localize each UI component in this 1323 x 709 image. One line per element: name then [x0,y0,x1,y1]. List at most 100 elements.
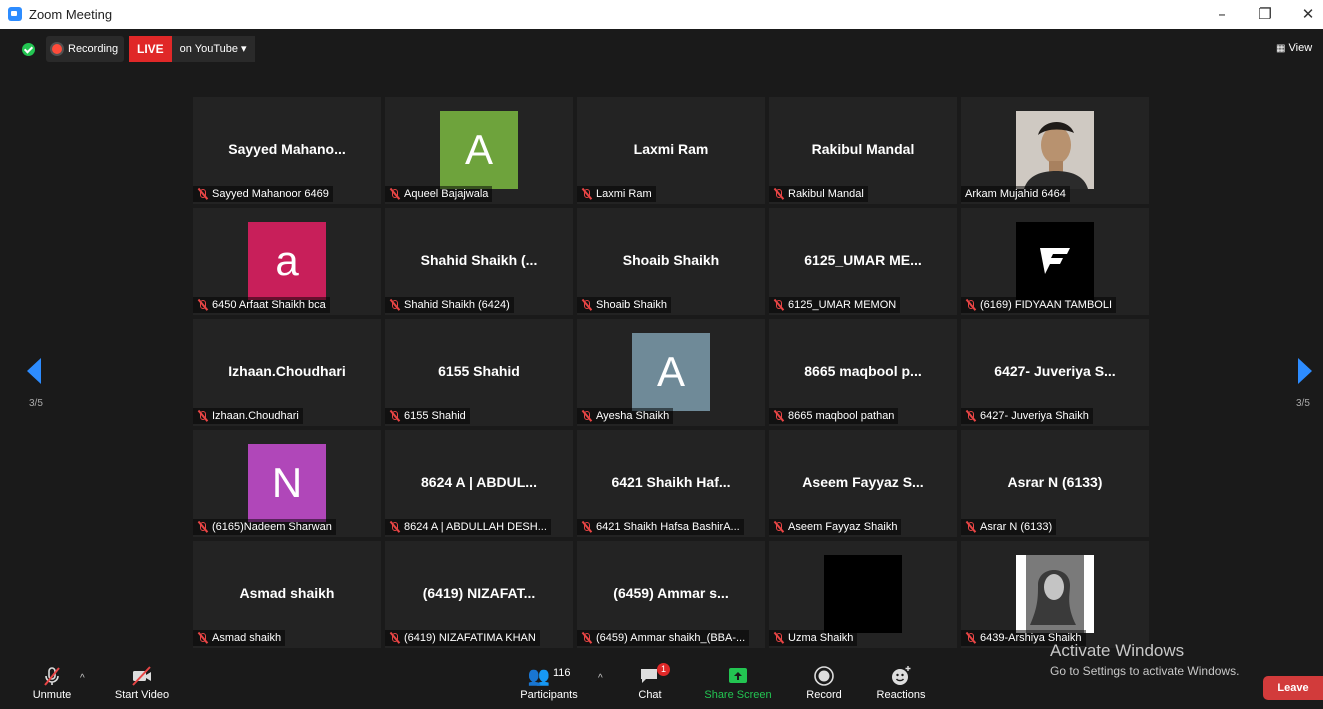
participant-tile[interactable]: Asmad shaikh Asmad shaikh [193,541,381,648]
participant-name: (6419) NIZAFATIMA KHAN [404,632,536,644]
participant-tile[interactable]: 6439-Arshiya Shaikh [961,541,1149,648]
chat-button[interactable]: 1 Chat [605,663,695,701]
participant-name: (6165)Nadeem Sharwan [212,521,332,533]
participant-name: Sayyed Mahanoor 6469 [212,188,329,200]
participant-name-label: (6169) FIDYAAN TAMBOLI [961,297,1117,313]
page-indicator-right: 3/5 [1296,398,1310,409]
window-title: Zoom Meeting [29,7,113,22]
muted-mic-icon [197,299,207,311]
participant-display-name: 8624 A | ABDUL... [421,474,537,490]
participant-name-label: Laxmi Ram [577,186,656,202]
participant-tile[interactable]: 8624 A | ABDUL... 8624 A | ABDULLAH DESH.… [385,430,573,537]
participant-tile[interactable]: (6459) Ammar s... (6459) Ammar shaikh_(BB… [577,541,765,648]
participant-display-name: 6427- Juveriya S... [994,363,1116,379]
participant-name: 8624 A | ABDULLAH DESH... [404,521,547,533]
participant-tile[interactable]: A Aqueel Bajajwala [385,97,573,204]
participant-tile[interactable]: Arkam Mujahid 6464 [961,97,1149,204]
title-bar: Zoom Meeting – ❐ ✕ [0,0,1323,29]
participant-name: Aqueel Bajajwala [404,188,489,200]
participant-name-label: Aqueel Bajajwala [385,186,493,202]
muted-mic-icon [773,521,783,533]
unmute-label: Unmute [32,689,72,701]
reactions-button[interactable]: Reactions [856,663,946,701]
share-screen-label: Share Screen [704,689,772,701]
view-label: View [1288,42,1313,54]
participant-tile[interactable]: 6155 Shahid 6155 Shahid [385,319,573,426]
participant-display-name: Shoaib Shaikh [622,252,720,268]
participant-display-name: Laxmi Ram [633,141,709,157]
participant-tile[interactable]: 6125_UMAR ME... 6125_UMAR MEMON [769,208,957,315]
participant-tile[interactable]: (6169) FIDYAAN TAMBOLI [961,208,1149,315]
security-shield-icon[interactable] [22,43,35,56]
participant-display-name: 8665 maqbool p... [804,363,922,379]
participant-tile[interactable]: Sayyed Mahano... Sayyed Mahanoor 6469 [193,97,381,204]
participant-name: 6427- Juveriya Shaikh [980,410,1089,422]
participant-name: Ayesha Shaikh [596,410,670,422]
start-video-button[interactable]: Start Video [97,663,187,701]
share-screen-button[interactable]: Share Screen [693,663,783,701]
profile-photo [1016,555,1094,633]
participant-tile[interactable]: Uzma Shaikh [769,541,957,648]
participant-name-label: Ayesha Shaikh [577,408,674,424]
participant-name-label: Sayyed Mahanoor 6469 [193,186,333,202]
muted-mic-icon [389,632,399,644]
participants-options-caret-icon[interactable]: ^ [598,673,603,684]
participant-name: Rakibul Mandal [788,188,864,200]
minimize-button[interactable]: – [1207,4,1237,24]
previous-page-arrow-icon[interactable] [27,358,41,384]
participant-name-label: Uzma Shaikh [769,630,858,646]
participant-tile[interactable]: (6419) NIZAFAT... (6419) NIZAFATIMA KHAN [385,541,573,648]
participant-tile[interactable]: Laxmi Ram Laxmi Ram [577,97,765,204]
muted-mic-icon [581,188,591,200]
participants-button[interactable]: 👥 116 Participants [504,663,594,702]
restore-button[interactable]: ❐ [1250,4,1280,24]
participants-label: Participants [520,689,578,701]
muted-mic-icon [773,188,783,200]
participant-count: 116 [552,667,571,679]
participant-name: 6421 Shaikh Hafsa BashirA... [596,521,740,533]
participant-tile[interactable]: Shoaib Shaikh Shoaib Shaikh [577,208,765,315]
participant-tile[interactable]: Izhaan.Choudhari Izhaan.Choudhari [193,319,381,426]
participant-name-label: Rakibul Mandal [769,186,868,202]
audio-options-caret-icon[interactable]: ^ [80,673,85,684]
live-stream-indicator[interactable]: LIVE on YouTube ▾ [129,36,255,62]
muted-mic-icon [581,299,591,311]
participant-tile[interactable]: a 6450 Arfaat Shaikh bca [193,208,381,315]
youtube-dropdown[interactable]: on YouTube ▾ [171,36,255,62]
muted-mic-icon [197,632,207,644]
next-page-arrow-icon[interactable] [1298,358,1312,384]
participant-tile[interactable]: Shahid Shaikh (... Shahid Shaikh (6424) [385,208,573,315]
muted-mic-icon [773,632,783,644]
recording-indicator[interactable]: Recording [46,36,125,62]
view-button[interactable]: ▦ View [1276,42,1312,54]
muted-mic-icon [389,188,399,200]
participant-name: Arkam Mujahid 6464 [965,188,1066,200]
muted-mic-icon [581,521,591,533]
video-off-icon [97,663,187,689]
participant-display-name: Izhaan.Choudhari [228,363,346,379]
participant-name-label: 6421 Shaikh Hafsa BashirA... [577,519,744,535]
leave-button[interactable]: Leave [1263,676,1323,700]
participant-display-name: 6155 Shahid [438,363,520,379]
participant-avatar: A [632,333,710,411]
gallery-grid: Sayyed Mahano... Sayyed Mahanoor 6469 A Aqu… [193,97,1149,650]
participant-tile[interactable]: Aseem Fayyaz S... Aseem Fayyaz Shaikh [769,430,957,537]
participant-tile[interactable]: Rakibul Mandal Rakibul Mandal [769,97,957,204]
participant-display-name: 6125_UMAR ME... [804,252,922,268]
participant-name: (6169) FIDYAAN TAMBOLI [980,299,1113,311]
grid-icon: ▦ [1276,43,1286,54]
participant-name-label: Aseem Fayyaz Shaikh [769,519,902,535]
participant-display-name: Shahid Shaikh (... [420,252,538,268]
participant-tile[interactable]: N (6165)Nadeem Sharwan [193,430,381,537]
participant-tile[interactable]: 6421 Shaikh Haf... 6421 Shaikh Hafsa Bash… [577,430,765,537]
participant-tile[interactable]: A Ayesha Shaikh [577,319,765,426]
close-button[interactable]: ✕ [1293,4,1323,24]
muted-mic-icon [581,410,591,422]
participant-tile[interactable]: 8665 maqbool p... 8665 maqbool pathan [769,319,957,426]
participant-name-label: 6125_UMAR MEMON [769,297,901,313]
participant-tile[interactable]: Asrar N (6133) Asrar N (6133) [961,430,1149,537]
participant-name-label: 6450 Arfaat Shaikh bca [193,297,330,313]
participant-tile[interactable]: 6427- Juveriya S... 6427- Juveriya Shaikh [961,319,1149,426]
participant-name-label: Shahid Shaikh (6424) [385,297,514,313]
participant-name-label: Izhaan.Choudhari [193,408,303,424]
